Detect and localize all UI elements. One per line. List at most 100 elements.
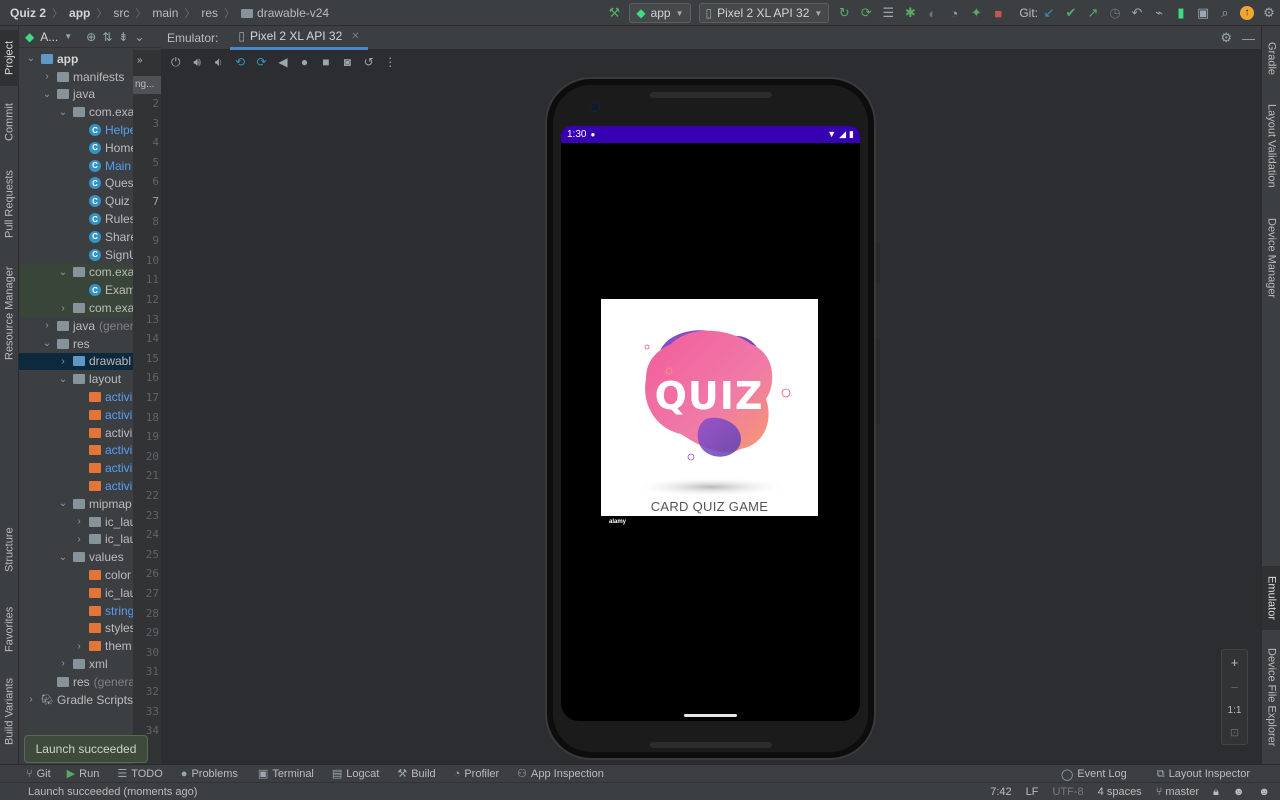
back-icon[interactable]: ◀ [272,51,293,73]
tab-emulator-device[interactable]: ▯ Pixel 2 XL API 32 ✕ [230,26,368,50]
tool-problems[interactable]: ● Problems [181,768,238,780]
breadcrumb-folder[interactable]: drawable-v24 [257,6,329,20]
zoom-actual-button[interactable]: 1:1 [1228,705,1242,716]
chevron-right-icon[interactable]: › [41,320,53,331]
profiler-icon[interactable]: ◔ [943,2,965,24]
tab-layout-validation[interactable]: Layout Validation [1262,96,1280,196]
launch-toast[interactable]: Launch succeeded [24,735,148,763]
settings-icon[interactable]: ⚙ [1220,30,1232,46]
chevron-down-icon[interactable]: ⌄ [57,107,69,118]
tool-run[interactable]: ▶ Run [67,767,100,781]
project-structure-icon[interactable]: ▣ [1192,2,1214,24]
screenshot-icon[interactable]: ◙ [337,51,358,73]
volume-up-icon[interactable]: 🔊︎ [186,51,207,73]
chevron-down-icon[interactable]: ▼ [64,32,72,41]
apply-changes-restart-icon[interactable]: ↻ [833,2,855,24]
zoom-fit-icon[interactable]: ⊡ [1230,726,1239,739]
tab-emulator[interactable]: Emulator [1262,566,1280,630]
debug-icon[interactable]: ✱ [899,2,921,24]
coverage-icon[interactable]: ☰ [877,2,899,24]
device-manager-icon[interactable]: ▮ [1170,2,1192,24]
face-icon[interactable]: ☻ [1233,786,1245,798]
git-update-icon[interactable]: ↙ [1038,2,1060,24]
sync-icon[interactable]: ✦ [965,2,987,24]
sdk-manager-icon[interactable]: ⌁ [1148,2,1170,24]
rotate-right-icon[interactable]: ⟳ [251,51,272,73]
tab-build-variants[interactable]: Build Variants [0,670,19,752]
overview-icon[interactable]: ■ [315,51,336,73]
chevron-down-icon[interactable]: ⌄ [57,552,69,563]
locate-icon[interactable]: ⊕ [86,30,96,44]
chevron-right-icon[interactable]: › [73,534,85,545]
power-button[interactable] [876,242,880,282]
breadcrumb-module[interactable]: app [69,6,90,20]
more-icon[interactable]: ⋮ [380,51,401,73]
tool-terminal[interactable]: ▣ Terminal [258,767,314,781]
stop-icon[interactable]: ■ [987,2,1009,24]
breadcrumb-main[interactable]: main [152,6,178,20]
options-icon[interactable]: ⇟ [118,30,128,44]
chevron-down-icon[interactable]: ⌄ [41,89,53,100]
device-select[interactable]: ▯ Pixel 2 XL API 32 ▼ [698,3,830,23]
tab-favorites[interactable]: Favorites [0,596,19,662]
chevron-down-icon[interactable]: ⌄ [57,498,69,509]
git-commit-icon[interactable]: ✔ [1060,2,1082,24]
tab-structure[interactable]: Structure [0,518,19,582]
tool-event-log[interactable]: ◯ Event Log [1061,768,1127,781]
volume-down-icon[interactable]: 🔉︎ [208,51,229,73]
home-icon[interactable]: ● [294,51,315,73]
editor-tab-stub[interactable]: ng... [133,76,161,94]
minimize-icon[interactable]: — [1242,31,1255,46]
chevron-right-icon[interactable]: › [73,641,85,652]
tab-device-file-explorer[interactable]: Device File Explorer [1262,640,1280,754]
chevron-right-icon[interactable]: › [73,516,85,527]
tool-app-inspection[interactable]: ⚇ App Inspection [517,767,604,781]
chevron-right-icon[interactable]: › [57,356,69,367]
device-screen[interactable]: 1:30 ● ▼ ◢ ▮ QUIZ CARD QUIZ GAME alamy [561,126,860,721]
tool-build[interactable]: ⚒ Build [397,767,435,781]
indent-setting[interactable]: 4 spaces [1098,786,1142,798]
hide-icon[interactable]: ⌄ [134,30,144,44]
breadcrumb-project[interactable]: Quiz 2 [10,6,46,20]
hammer-build-icon[interactable]: ⚒ [603,2,625,24]
editor-chevron[interactable]: » [133,50,161,72]
tab-pull-requests[interactable]: Pull Requests [0,164,19,244]
close-icon[interactable]: ✕ [351,31,359,42]
git-history-icon[interactable]: ◷ [1104,2,1126,24]
chevron-down-icon[interactable]: ⌄ [25,53,37,64]
git-branch[interactable]: ⑂ master [1156,786,1199,798]
tool-logcat[interactable]: ▤ Logcat [332,767,379,781]
line-separator[interactable]: LF [1026,786,1039,798]
tab-device-manager[interactable]: Device Manager [1262,210,1280,306]
apply-code-changes-icon[interactable]: ⟳ [855,2,877,24]
rotate-left-icon[interactable]: ⟲ [229,51,250,73]
zoom-out-button[interactable]: − [1231,680,1239,695]
status-message[interactable]: Launch succeeded (moments ago) [0,786,197,798]
tool-layout-inspector[interactable]: ⧉ Layout Inspector [1157,768,1250,781]
breadcrumb-src[interactable]: src [113,6,129,20]
chevron-down-icon[interactable]: ⌄ [41,338,53,349]
lock-icon[interactable]: 🔒︎ [1213,786,1219,799]
chevron-right-icon[interactable]: › [25,694,37,705]
volume-button[interactable] [876,338,880,424]
git-push-icon[interactable]: ↗ [1082,2,1104,24]
run-config-select[interactable]: ◆ app ▼ [629,3,691,23]
breadcrumb-res[interactable]: res [201,6,218,20]
project-view-select[interactable]: A... [40,30,58,44]
chevron-right-icon[interactable]: › [41,71,53,82]
attach-debugger-icon[interactable]: ◐ [921,2,943,24]
tool-git[interactable]: ⑂ Git [26,768,51,780]
search-icon[interactable]: ⌕ [1214,2,1236,24]
tab-resource-manager[interactable]: Resource Manager [0,258,19,368]
update-icon[interactable]: ↑ [1236,2,1258,24]
chevron-right-icon[interactable]: › [57,658,69,669]
git-rollback-icon[interactable]: ↶ [1126,2,1148,24]
tool-profiler[interactable]: ◔ Profiler [454,768,500,780]
power-icon[interactable]: ⏻ [165,51,186,73]
memory-icon[interactable]: ☻ [1258,786,1270,798]
chevron-down-icon[interactable]: ⌄ [57,267,69,278]
gesture-nav-pill[interactable] [684,714,737,717]
file-encoding[interactable]: UTF-8 [1052,786,1083,798]
tab-commit[interactable]: Commit [0,96,19,148]
tool-todo[interactable]: ☰ TODO [117,767,162,781]
